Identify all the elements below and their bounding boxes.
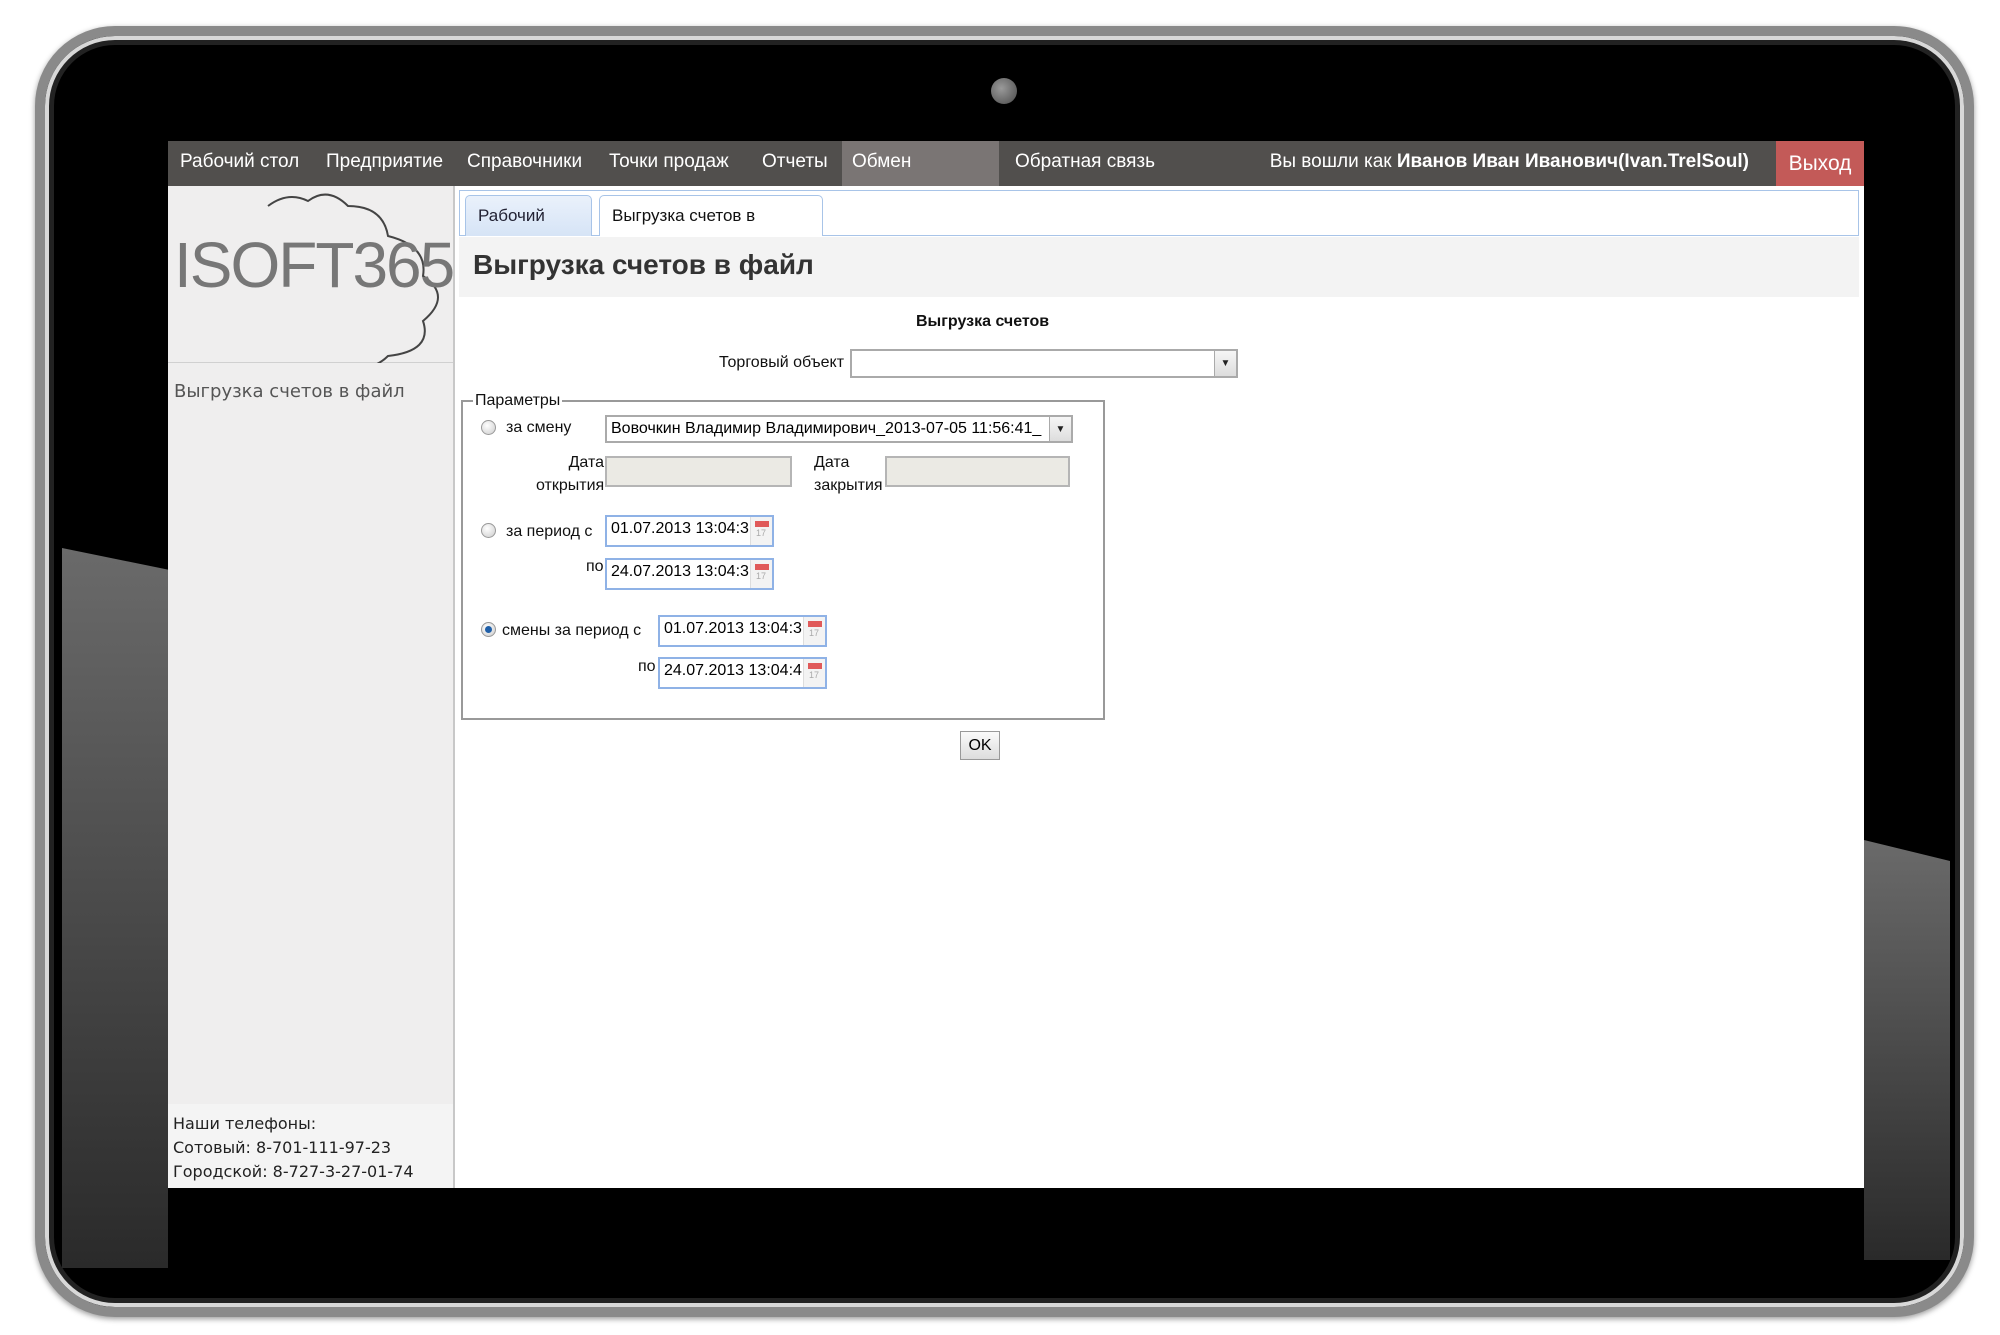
period-label: за период с [506, 523, 593, 540]
shifts-from-value: 01.07.2013 13:04:3 [664, 620, 802, 637]
radio-shifts-period[interactable] [481, 622, 496, 637]
chevron-down-icon[interactable]: ▼ [1049, 417, 1071, 441]
nav-reports[interactable]: Отчеты [752, 141, 838, 186]
logout-button[interactable]: Выход [1776, 141, 1864, 186]
period-to-label: по [586, 558, 604, 575]
close-date-label-1: Дата [814, 454, 850, 471]
bezel-reflection-left [62, 548, 168, 1268]
phone-mobile: Сотовый: 8-701-111-97-23 [173, 1138, 392, 1157]
nav-references[interactable]: Справочники [457, 141, 592, 186]
user-name: Иванов Иван Иванович(Ivan.TrelSoul) [1396, 151, 1749, 172]
nav-sales-points[interactable]: Точки продаж [599, 141, 739, 186]
shift-label: за смену [506, 419, 572, 436]
close-date-input [885, 456, 1070, 487]
period-to-value: 24.07.2013 13:04:3 [611, 563, 749, 580]
tab-export-invoices[interactable]: Выгрузка счетов в файл× [599, 195, 823, 265]
phone-landline: Городской: 8-727-3-27-01-74 [173, 1162, 414, 1181]
shifts-to-input[interactable]: 24.07.2013 13:04:4 [658, 657, 827, 689]
sidebar-item-export-invoices[interactable]: Выгрузка счетов в файл [174, 381, 405, 402]
ok-button[interactable]: OK [960, 731, 1000, 760]
phones-title: Наши телефоны: [173, 1114, 317, 1133]
open-date-label-1: Дата [568, 454, 604, 471]
camera-icon [991, 78, 1017, 104]
period-to-input[interactable]: 24.07.2013 13:04:3 [605, 558, 774, 590]
shifts-to-value: 24.07.2013 13:04:4 [664, 662, 802, 679]
period-from-value: 01.07.2013 13:04:3 [611, 520, 749, 537]
tab-desktop[interactable]: Рабочий стол [465, 195, 592, 265]
radio-shift[interactable] [481, 420, 496, 435]
top-nav: Рабочий стол Предприятие Справочники Точ… [168, 141, 1864, 214]
page-title: Выгрузка счетов в файл [473, 249, 814, 280]
nav-feedback[interactable]: Обратная связь [1005, 141, 1165, 186]
radio-period[interactable] [481, 523, 496, 538]
screen: Рабочий стол Предприятие Справочники Точ… [168, 141, 1864, 1188]
chevron-down-icon[interactable]: ▼ [1214, 351, 1236, 376]
calendar-icon[interactable] [750, 517, 772, 545]
open-date-label-2: открытия [536, 477, 605, 494]
trade-object-label: Торговый объект [719, 354, 845, 371]
tab-strip: Рабочий стол Выгрузка счетов в файл× [459, 190, 1859, 265]
params-legend: Параметры [475, 392, 561, 409]
period-from-input[interactable]: 01.07.2013 13:04:3 [605, 515, 774, 547]
calendar-icon[interactable] [803, 659, 825, 687]
user-info: Вы вошли как Иванов Иван Иванович(Ivan.T… [1270, 141, 1749, 183]
calendar-icon[interactable] [803, 617, 825, 645]
close-date-label-2: закрытия [814, 477, 883, 494]
nav-enterprise[interactable]: Предприятие [316, 141, 453, 186]
form-title: Выгрузка счетов [916, 313, 1050, 330]
bezel-reflection-right [1864, 840, 1950, 1260]
shifts-from-input[interactable]: 01.07.2013 13:04:3 [658, 615, 827, 647]
user-prefix: Вы вошли как [1269, 151, 1397, 172]
calendar-icon[interactable] [750, 560, 772, 588]
logo-text: ISOFT365 [174, 229, 455, 301]
logo: ISOFT365 [168, 186, 455, 363]
nav-data-exchange[interactable]: Обмен данными [842, 141, 999, 214]
nav-desktop[interactable]: Рабочий стол [170, 141, 309, 186]
shifts-period-label: смены за период с [502, 622, 642, 639]
phones: Наши телефоны: Сотовый: 8-701-111-97-23 … [168, 1104, 453, 1188]
shift-select[interactable]: Вовочкин Владимир Владимирович_2013-07-0… [605, 415, 1073, 443]
page-title-bar: Выгрузка счетов в файл [459, 237, 1859, 297]
trade-object-select[interactable]: ▼ [850, 349, 1238, 378]
open-date-input [605, 456, 792, 487]
shift-value: Вовочкин Владимир Владимирович_2013-07-0… [611, 420, 1042, 437]
sidebar: ISOFT365 Выгрузка счетов в файл Наши тел… [168, 186, 455, 1188]
shifts-to-label: по [638, 658, 656, 675]
